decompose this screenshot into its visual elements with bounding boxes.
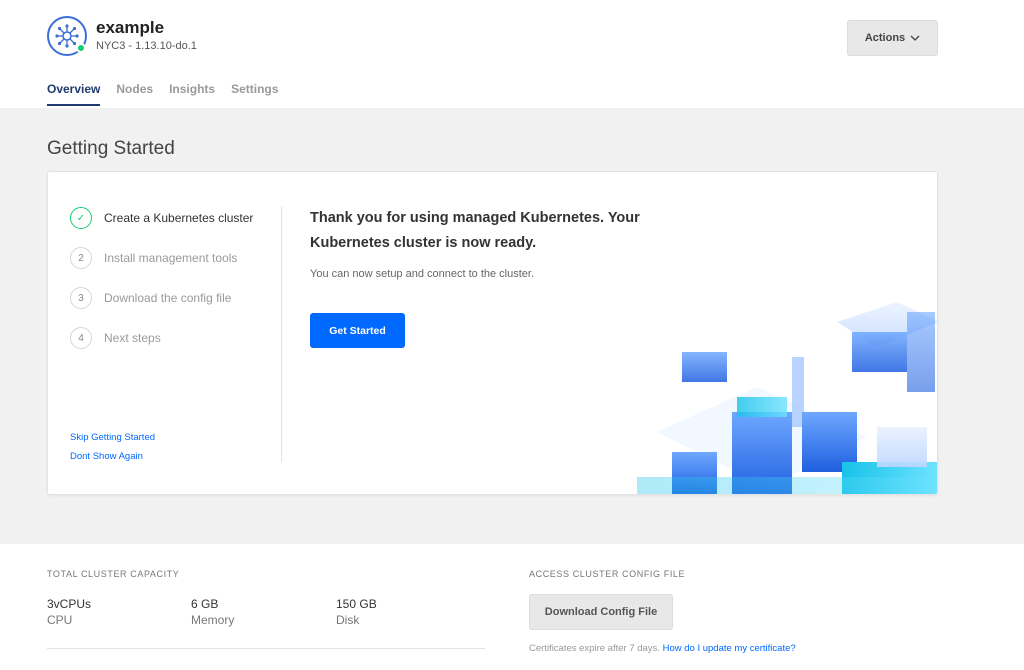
getting-started-title: Getting Started [47, 138, 175, 159]
tab-settings[interactable]: Settings [231, 82, 278, 106]
actions-label: Actions [864, 32, 906, 44]
cluster-region-version: NYC3 - 1.13.10-do.1 [96, 40, 197, 52]
skip-getting-started-link[interactable]: Skip Getting Started [70, 432, 155, 443]
status-indicator [76, 43, 86, 53]
cluster-header: example NYC3 - 1.13.10-do.1 Actions Over… [0, 0, 1024, 108]
dont-show-again-link[interactable]: Dont Show Again [70, 451, 155, 462]
vertical-divider [281, 206, 282, 462]
chevron-down-icon [910, 33, 920, 44]
check-icon: ✓ [70, 207, 92, 229]
disk-label: Disk [336, 613, 360, 627]
certificate-note: Certificates expire after 7 days. How do… [529, 643, 796, 654]
cluster-tabs: Overview Nodes Insights Settings [47, 82, 278, 106]
step-label: Install management tools [104, 251, 238, 265]
step-number: 2 [70, 247, 92, 269]
step-label: Create a Kubernetes cluster [104, 211, 254, 225]
cpu-value: 3vCPUs [47, 597, 92, 611]
welcome-headline: Thank you for using managed Kubernetes. … [310, 210, 640, 251]
step-label: Download the config file [104, 291, 232, 305]
capacity-memory: 6 GB Memory [191, 597, 234, 627]
step-next-steps[interactable]: 4 Next steps [70, 326, 253, 350]
step-number: 4 [70, 327, 92, 349]
capacity-cpu: 3vCPUs CPU [47, 597, 91, 627]
step-number: 3 [70, 287, 92, 309]
capacity-disk: 150 GB Disk [336, 597, 377, 627]
capacity-title: TOTAL CLUSTER CAPACITY [47, 569, 180, 579]
step-download-config[interactable]: 3 Download the config file [70, 286, 253, 310]
memory-label: Memory [191, 613, 235, 627]
tab-overview[interactable]: Overview [47, 82, 101, 106]
step-install-tools[interactable]: 2 Install management tools [70, 246, 253, 270]
cpu-label: CPU [47, 613, 73, 627]
certificate-expiry-text: Certificates expire after 7 days. [529, 643, 660, 654]
memory-value: 6 GB [191, 597, 219, 611]
steps-list: ✓ Create a Kubernetes cluster 2 Install … [70, 206, 253, 366]
access-config-title: ACCESS CLUSTER CONFIG FILE [529, 569, 686, 579]
download-config-button[interactable]: Download Config File [529, 594, 673, 630]
skip-links: Skip Getting Started Dont Show Again [70, 432, 155, 470]
welcome-copy: Thank you for using managed Kubernetes. … [310, 206, 670, 280]
get-started-button[interactable]: Get Started [310, 313, 405, 348]
capacity-divider [47, 648, 485, 649]
actions-button[interactable]: Actions [847, 20, 938, 56]
disk-value: 150 GB [336, 597, 377, 611]
cluster-name: example [96, 18, 165, 37]
step-label: Next steps [104, 331, 161, 345]
update-certificate-link[interactable]: How do I update my certificate? [663, 643, 796, 654]
getting-started-card: ✓ Create a Kubernetes cluster 2 Install … [47, 171, 938, 495]
tab-insights[interactable]: Insights [169, 82, 215, 106]
step-create-cluster[interactable]: ✓ Create a Kubernetes cluster [70, 206, 253, 230]
welcome-subcopy: You can now setup and connect to the clu… [310, 268, 535, 280]
tab-nodes[interactable]: Nodes [116, 82, 153, 106]
datacenter-illustration [637, 302, 937, 494]
